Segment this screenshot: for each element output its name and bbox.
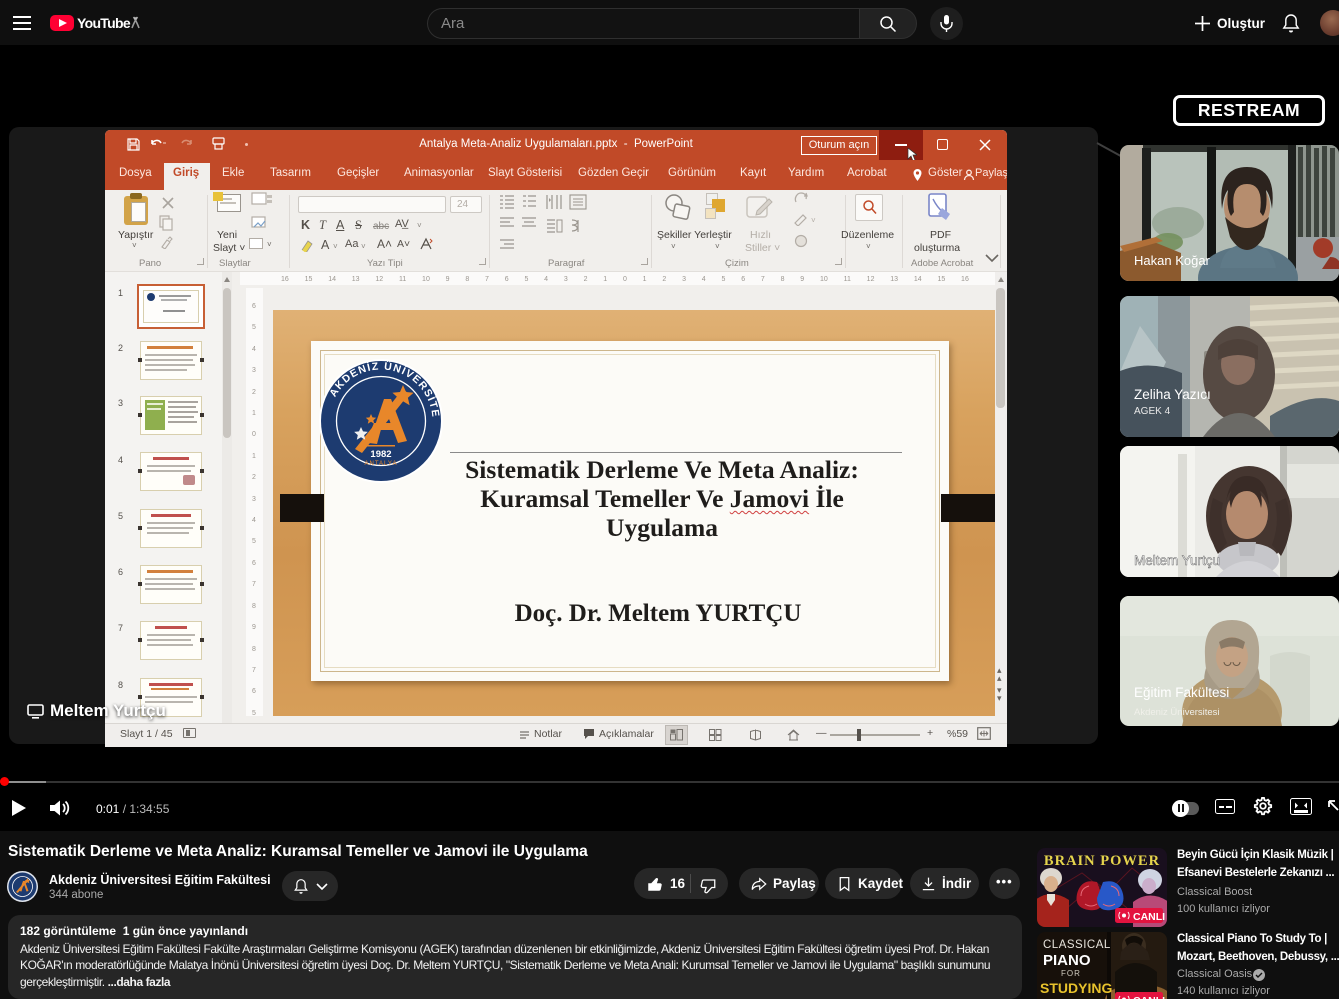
- svg-text:CANLI: CANLI: [1133, 911, 1165, 923]
- svg-text:STUDYING: STUDYING: [1040, 980, 1112, 996]
- svg-text:Akdeniz Üniversitesi: Akdeniz Üniversitesi: [1134, 707, 1220, 718]
- svg-text:FOR: FOR: [1061, 969, 1081, 978]
- svg-text:AGEK 4: AGEK 4: [1134, 406, 1171, 417]
- svg-text:Meltem Yurtçu: Meltem Yurtçu: [1134, 553, 1220, 568]
- svg-text:BRAIN POWER: BRAIN POWER: [1044, 853, 1160, 869]
- svg-text:Hakan Koğar: Hakan Koğar: [1134, 253, 1211, 268]
- svg-text:Zeliha Yazıcı: Zeliha Yazıcı: [1134, 387, 1211, 402]
- svg-text:Eğitim Fakültesi: Eğitim Fakültesi: [1134, 685, 1229, 700]
- svg-text:PIANO: PIANO: [1043, 952, 1091, 969]
- svg-text:CLASSICAL: CLASSICAL: [1043, 939, 1111, 951]
- svg-text:CANLI: CANLI: [1133, 995, 1165, 999]
